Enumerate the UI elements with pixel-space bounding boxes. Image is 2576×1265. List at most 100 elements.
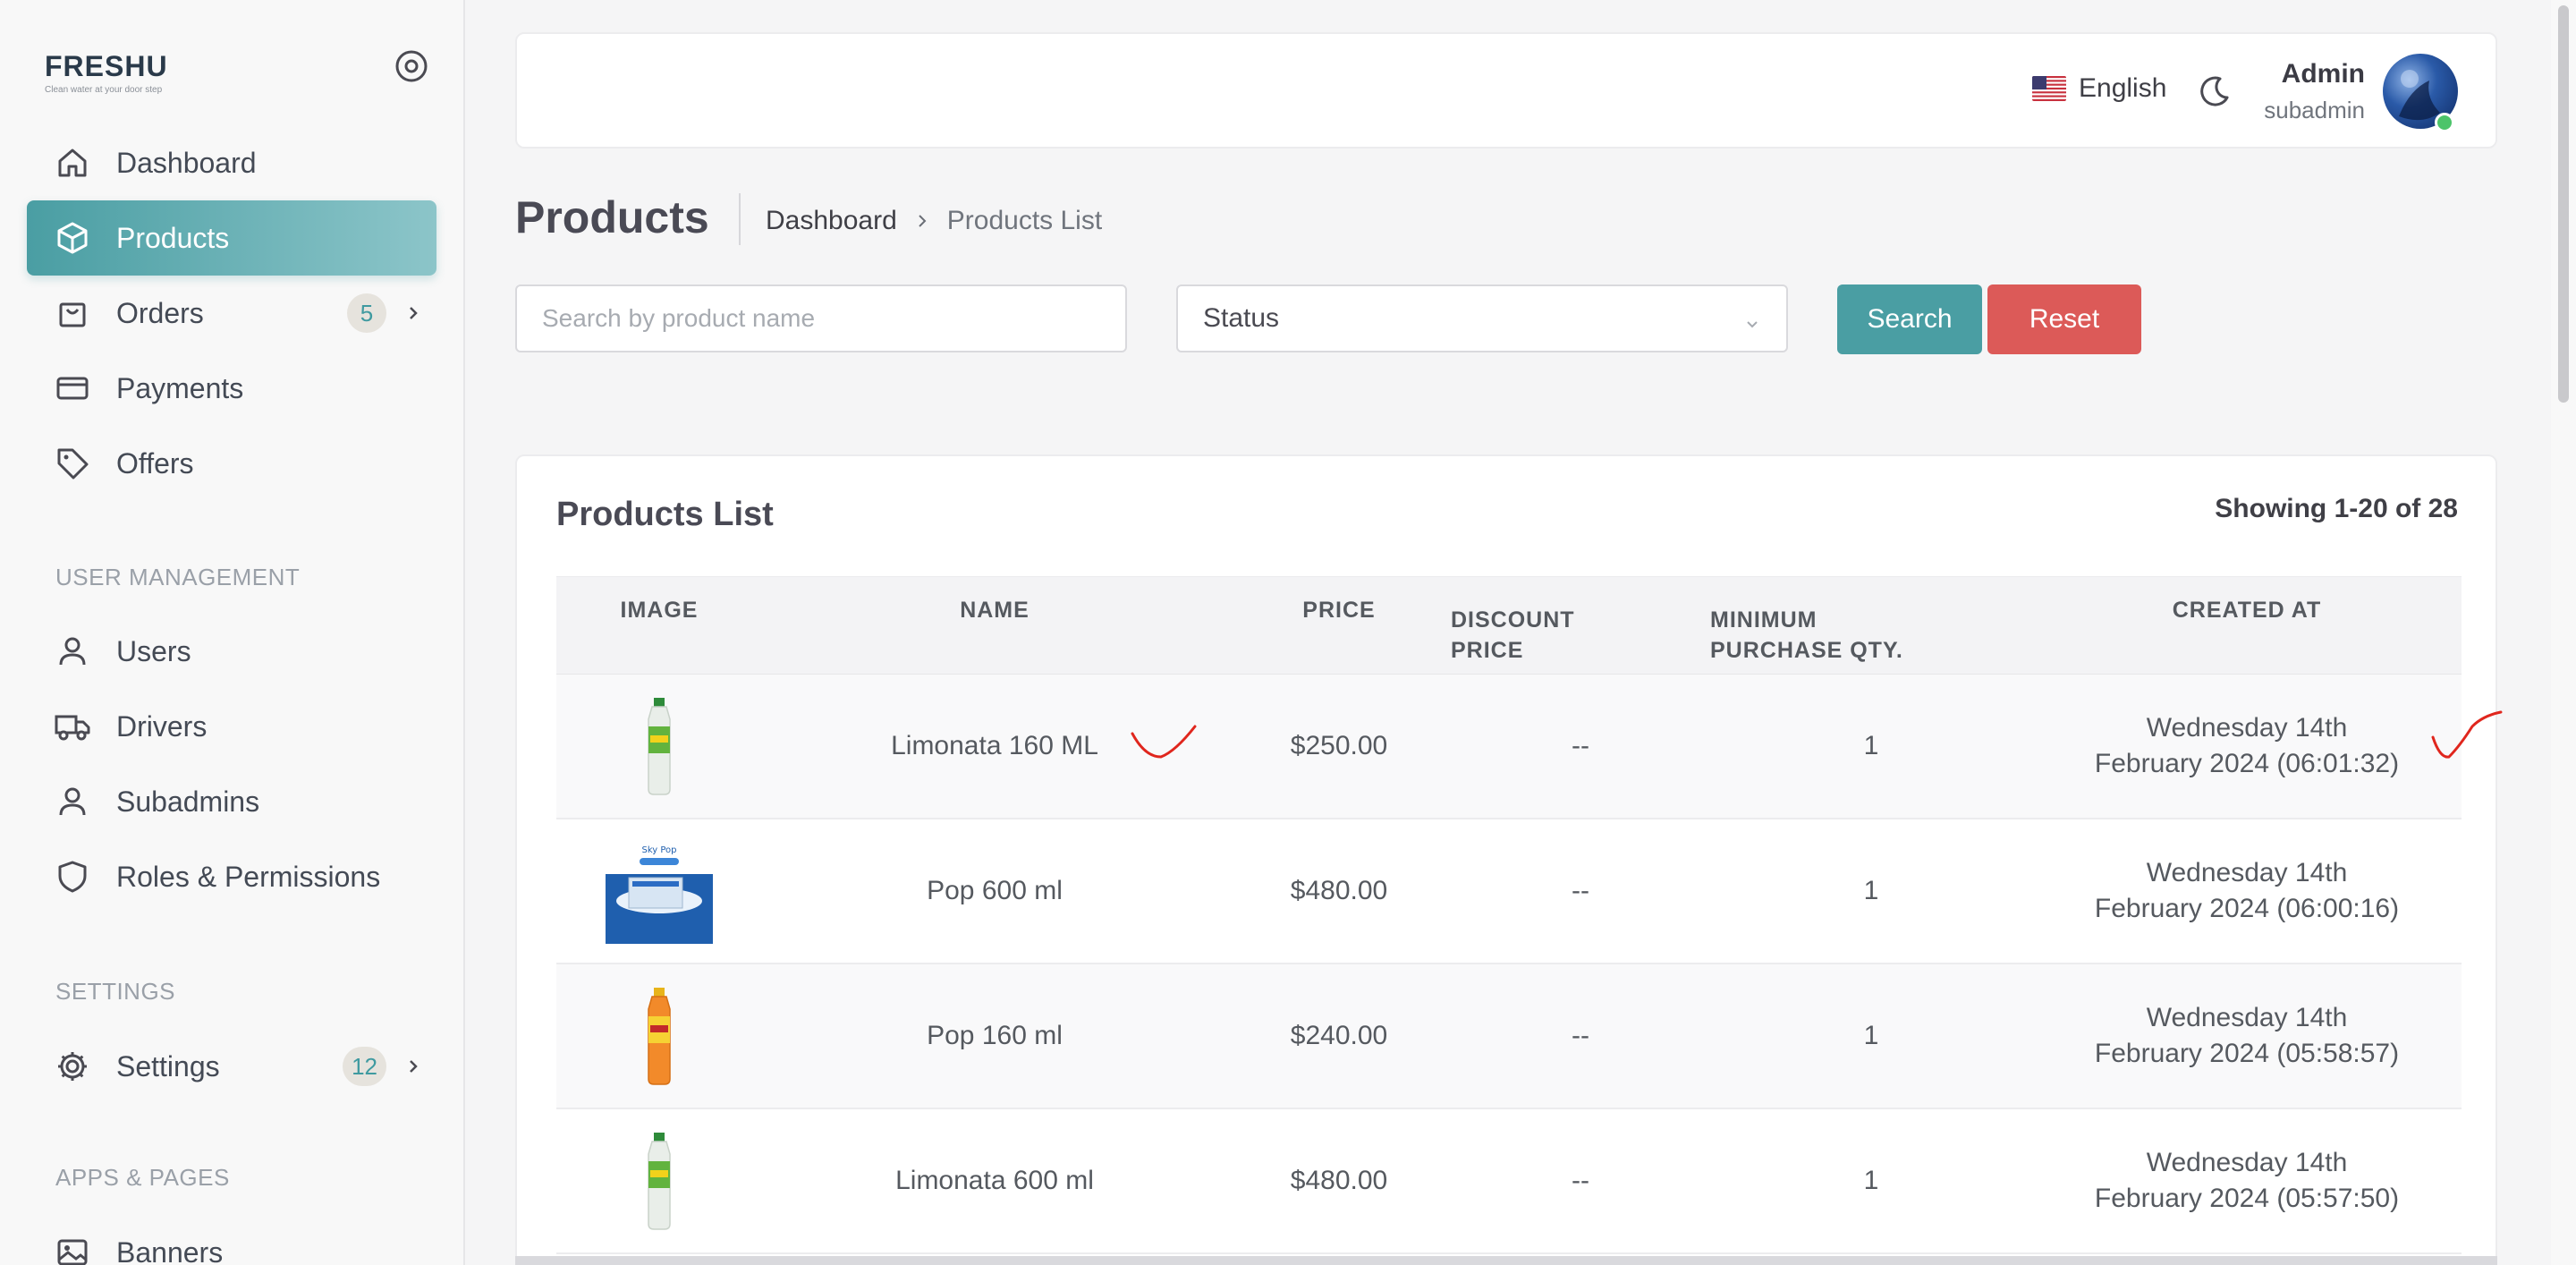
product-discount-price: -- [1572, 731, 1589, 760]
scrollbar-thumb[interactable] [2558, 5, 2569, 403]
column-header-price[interactable]: PRICE [1227, 577, 1451, 675]
online-status-indicator [2435, 113, 2454, 132]
column-header-discount-price[interactable]: DISCOUNT PRICE [1451, 577, 1710, 675]
breadcrumb: Dashboard Products List [766, 206, 1102, 236]
sidebar-item-label: Offers [116, 446, 194, 480]
product-name: Pop 160 ml [927, 1021, 1063, 1050]
chevron-right-icon [915, 214, 929, 228]
sidebar-item-label: Users [116, 634, 191, 667]
reset-button[interactable]: Reset [1987, 284, 2141, 354]
products-list-card: Products List Showing 1-20 of 28 IMAGE N… [515, 454, 2497, 1265]
settings-count-badge: 12 [343, 1047, 386, 1086]
product-price: $250.00 [1290, 731, 1388, 760]
product-bottle-image [606, 692, 713, 800]
sidebar-item-label: Dashboard [116, 146, 257, 179]
tag-icon [54, 445, 91, 482]
gear-icon [54, 1048, 91, 1085]
table-row[interactable]: Limonata 160 ML $250.00 -- 1 Wednesday 1… [556, 675, 2462, 819]
sidebar: FRESHU Clean water at your door step Das… [0, 0, 465, 1265]
page-title: Products [515, 192, 709, 242]
home-icon [54, 144, 91, 182]
orders-count-badge: 5 [347, 293, 386, 333]
sidebar-item-label: Drivers [116, 709, 208, 743]
column-header-line: PURCHASE QTY. [1710, 638, 1903, 663]
language-selector[interactable]: English [2032, 73, 2166, 104]
created-at-line: Wednesday 14th [2146, 713, 2348, 743]
sidebar-item-label: Payments [116, 371, 244, 404]
red-checkmark-icon [1131, 725, 1197, 759]
created-at-line: Wednesday 14th [2146, 1003, 2348, 1032]
product-min-qty: 1 [1863, 876, 1879, 905]
chevron-right-icon [402, 302, 424, 324]
breadcrumb-dashboard-link[interactable]: Dashboard [766, 206, 897, 236]
product-image-cell: Sky Pop [556, 819, 762, 963]
product-min-qty: 1 [1863, 1021, 1879, 1050]
column-header-line: MINIMUM [1710, 607, 1818, 632]
search-input[interactable] [515, 284, 1127, 352]
created-at-line: February 2024 (05:57:50) [2094, 1184, 2400, 1213]
column-header-image[interactable]: IMAGE [556, 577, 762, 675]
product-created-at: Wednesday 14th February 2024 (06:01:32) [2032, 675, 2462, 818]
collapse-sidebar-icon[interactable] [394, 48, 429, 84]
section-label-settings: SETTINGS [55, 978, 176, 1005]
credit-card-icon [54, 369, 91, 407]
created-at-line: February 2024 (05:58:57) [2094, 1039, 2400, 1068]
product-pack-image: Sky Pop [606, 837, 713, 945]
sidebar-item-payments[interactable]: Payments [27, 351, 436, 426]
created-at-line: Wednesday 14th [2146, 1148, 2348, 1177]
svg-text:Sky Pop: Sky Pop [641, 845, 676, 855]
sidebar-item-label: Settings [116, 1049, 220, 1082]
product-image-cell [556, 1109, 762, 1252]
column-header-created-at[interactable]: CREATED AT [2032, 577, 2462, 675]
sidebar-item-orders[interactable]: Orders 5 [27, 276, 436, 351]
created-at-line: February 2024 (06:00:16) [2094, 894, 2400, 923]
table-header: IMAGE NAME PRICE DISCOUNT PRICE MINIMUM … [556, 576, 2462, 675]
page-scrollbar[interactable] [2551, 0, 2576, 1265]
product-min-qty: 1 [1863, 1166, 1879, 1195]
sidebar-item-products[interactable]: Products [27, 200, 436, 276]
title-divider [739, 193, 741, 245]
product-created-at: Wednesday 14th February 2024 (05:58:57) [2032, 964, 2462, 1108]
product-name: Pop 600 ml [927, 876, 1063, 905]
product-created-at: Wednesday 14th February 2024 (06:00:16) [2032, 819, 2462, 963]
shield-icon [54, 858, 91, 896]
shopping-bag-icon [54, 294, 91, 332]
red-checkmark-icon [2431, 710, 2503, 759]
product-discount-price: -- [1572, 1166, 1589, 1195]
section-label-user-management: USER MANAGEMENT [55, 564, 301, 590]
moon-icon[interactable] [2195, 72, 2234, 111]
column-header-min-qty[interactable]: MINIMUM PURCHASE QTY. [1710, 577, 2032, 675]
sidebar-item-roles-permissions[interactable]: Roles & Permissions [27, 839, 436, 914]
product-image-cell [556, 675, 762, 818]
user-icon [54, 783, 91, 820]
sidebar-item-users[interactable]: Users [27, 614, 436, 689]
column-header-line: PRICE [1451, 638, 1524, 663]
table-row[interactable]: Pop 160 ml $240.00 -- 1 Wednesday 14th F… [556, 964, 2462, 1109]
us-flag-icon [2032, 76, 2066, 101]
sidebar-item-settings[interactable]: Settings 12 [27, 1029, 436, 1104]
brand-logo[interactable]: FRESHU Clean water at your door step [45, 50, 168, 95]
user-menu[interactable]: Admin subadmin [2264, 59, 2365, 124]
search-button[interactable]: Search [1837, 284, 1982, 354]
column-header-name[interactable]: NAME [762, 577, 1227, 675]
sidebar-item-label: Subadmins [116, 785, 260, 818]
user-name: Admin [2281, 59, 2365, 89]
sidebar-item-drivers[interactable]: Drivers [27, 689, 436, 764]
sidebar-item-offers[interactable]: Offers [27, 426, 436, 501]
sidebar-item-label: Roles & Permissions [116, 860, 381, 893]
product-name: Limonata 600 ml [895, 1166, 1094, 1195]
product-discount-price: -- [1572, 1021, 1589, 1050]
table-row[interactable]: Limonata 600 ml $480.00 -- 1 Wednesday 1… [556, 1109, 2462, 1254]
table-row[interactable]: Sky Pop Pop 600 ml $480.00 -- 1 Wednesda… [556, 819, 2462, 964]
product-min-qty: 1 [1863, 731, 1879, 760]
sidebar-item-dashboard[interactable]: Dashboard [27, 125, 436, 200]
sidebar-item-subadmins[interactable]: Subadmins [27, 764, 436, 839]
status-select[interactable]: Status [1176, 284, 1788, 352]
sidebar-item-label: Products [116, 221, 230, 254]
user-icon [54, 632, 91, 670]
image-icon [54, 1234, 91, 1265]
sidebar-item-banners[interactable]: Banners [27, 1215, 436, 1265]
product-image-cell [556, 964, 762, 1108]
product-price: $480.00 [1290, 1166, 1388, 1195]
topbar: English Admin subadmin [515, 32, 2497, 149]
